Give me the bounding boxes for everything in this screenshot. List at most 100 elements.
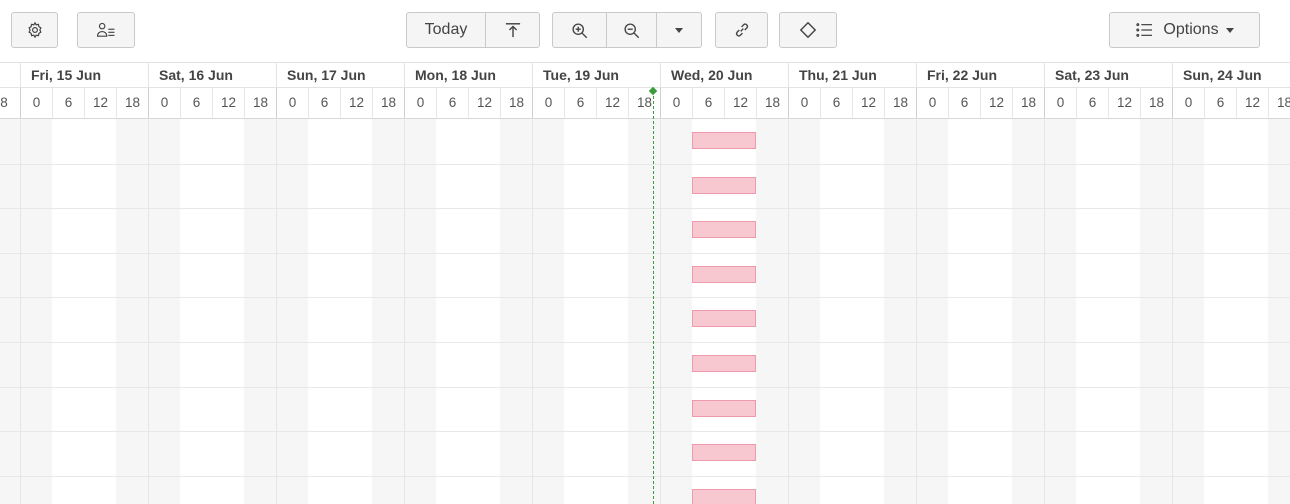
- hour-cell: 6: [564, 88, 596, 118]
- hour-cell: 6: [820, 88, 852, 118]
- non-working-time: [0, 119, 52, 504]
- day-label: Sat, 16 Jun: [159, 67, 233, 83]
- hour-cell: 0: [916, 88, 948, 118]
- resources-button[interactable]: [77, 12, 135, 48]
- today-label: Today: [424, 21, 468, 38]
- hour-cell: 0: [660, 88, 692, 118]
- day-label: Sat, 23 Jun: [1055, 67, 1129, 83]
- day-label: Fri, 22 Jun: [927, 67, 998, 83]
- hour-cell: 18: [1140, 88, 1172, 118]
- day-gridline: [148, 119, 149, 504]
- day-header-cell: Fri, 15 Jun: [20, 63, 148, 87]
- options-button[interactable]: Options: [1109, 12, 1260, 48]
- day-label: Mon, 18 Jun: [415, 67, 496, 83]
- hour-cell: 0: [1044, 88, 1076, 118]
- day-gridline: [916, 119, 917, 504]
- list-icon: [1135, 22, 1153, 38]
- options-label: Options: [1163, 21, 1219, 38]
- gantt-grid[interactable]: [0, 119, 1290, 504]
- gantt-toolbar: Today Options: [0, 0, 1290, 62]
- timeline-days-header: Fri, 15 Jun Sat, 16 Jun Sun, 17 Jun Mon, 18…: [0, 62, 1290, 88]
- day-label: Thu, 21 Jun: [799, 67, 877, 83]
- task-bar[interactable]: [692, 399, 756, 417]
- hour-cell: 12: [340, 88, 372, 118]
- hour-cell: 6: [180, 88, 212, 118]
- day-header-cell: Mon, 18 Jun: [404, 63, 532, 87]
- hour-cell: 12: [852, 88, 884, 118]
- link-icon: [733, 21, 751, 39]
- row-gridline: [0, 297, 1290, 299]
- row-gridline: [0, 475, 1290, 477]
- row-gridline: [0, 386, 1290, 388]
- hour-cell: 18: [116, 88, 148, 118]
- day-header-cell: Wed, 20 Jun: [660, 63, 788, 87]
- hour-cell: 18: [1268, 88, 1290, 118]
- hour-cell: 18: [500, 88, 532, 118]
- day-label: Sun, 17 Jun: [287, 67, 366, 83]
- day-label: Sun, 24 Jun: [1183, 67, 1262, 83]
- hour-cell: 18: [1012, 88, 1044, 118]
- day-header-cell: Sat, 16 Jun: [148, 63, 276, 87]
- task-bar[interactable]: [692, 444, 756, 462]
- row-gridline: [0, 431, 1290, 433]
- timeline-hours-header: 8 0 6 12 18 0 6 12 18 0 6 12 18 0 6 12 18 0 6 12 18 0 6 12 18 0 6 1…: [0, 88, 1290, 119]
- today-button[interactable]: Today: [406, 12, 486, 48]
- task-bar[interactable]: [692, 132, 756, 149]
- zoom-options-dropdown[interactable]: [657, 12, 702, 48]
- hour-cell: 0: [532, 88, 564, 118]
- hour-cell: 6: [1204, 88, 1236, 118]
- zoom-out-icon: [623, 22, 640, 39]
- hour-cell: 12: [724, 88, 756, 118]
- hour-cell: 12: [1236, 88, 1268, 118]
- day-header-cell: Sun, 24 Jun: [1172, 63, 1290, 87]
- task-bar[interactable]: [692, 488, 756, 504]
- hour-cell: 0: [404, 88, 436, 118]
- milestone-button[interactable]: [779, 12, 837, 48]
- day-gridline: [788, 119, 789, 504]
- chevron-down-icon: [1225, 27, 1234, 33]
- hour-cell: 0: [276, 88, 308, 118]
- hour-cell: 0: [788, 88, 820, 118]
- hour-cell: 0: [20, 88, 52, 118]
- day-gridline: [20, 119, 21, 504]
- hour-cell: 12: [980, 88, 1012, 118]
- non-working-time: [1268, 119, 1290, 504]
- link-button[interactable]: [715, 12, 768, 48]
- day-gridline: [404, 119, 405, 504]
- day-gridline: [276, 119, 277, 504]
- hour-cell: 6: [948, 88, 980, 118]
- day-header-cell: Fri, 22 Jun: [916, 63, 1044, 87]
- row-gridline: [0, 163, 1290, 165]
- task-bar[interactable]: [692, 221, 756, 239]
- row-gridline: [0, 208, 1290, 210]
- user-list-icon: [96, 21, 116, 39]
- day-header-cell: Tue, 19 Jun: [532, 63, 660, 87]
- row-gridline: [0, 342, 1290, 343]
- scroll-to-task-icon: [504, 22, 522, 38]
- day-gridline: [660, 119, 661, 504]
- day-gridline: [1172, 119, 1173, 504]
- settings-button[interactable]: [11, 12, 58, 48]
- day-label: Tue, 19 Jun: [543, 67, 619, 83]
- hour-cell: 18: [756, 88, 788, 118]
- hour-cell: 12: [212, 88, 244, 118]
- hour-cell: 0: [1172, 88, 1204, 118]
- task-bar[interactable]: [692, 176, 756, 194]
- task-bar[interactable]: [692, 310, 756, 328]
- day-gridline: [1044, 119, 1045, 504]
- diamond-icon: [799, 21, 817, 39]
- hour-cell: 18: [884, 88, 916, 118]
- zoom-out-button[interactable]: [607, 12, 657, 48]
- hour-cell: 6: [692, 88, 724, 118]
- hour-cell: 18: [372, 88, 404, 118]
- day-label: Wed, 20 Jun: [671, 67, 753, 83]
- task-bar[interactable]: [692, 355, 756, 372]
- gear-icon: [26, 21, 44, 39]
- zoom-in-button[interactable]: [552, 12, 607, 48]
- day-gridline: [532, 119, 533, 504]
- scroll-to-task-button[interactable]: [486, 12, 540, 48]
- hour-cell: 6: [1076, 88, 1108, 118]
- day-header-cell: Sun, 17 Jun: [276, 63, 404, 87]
- task-bar[interactable]: [692, 265, 756, 283]
- hour-cell: 12: [84, 88, 116, 118]
